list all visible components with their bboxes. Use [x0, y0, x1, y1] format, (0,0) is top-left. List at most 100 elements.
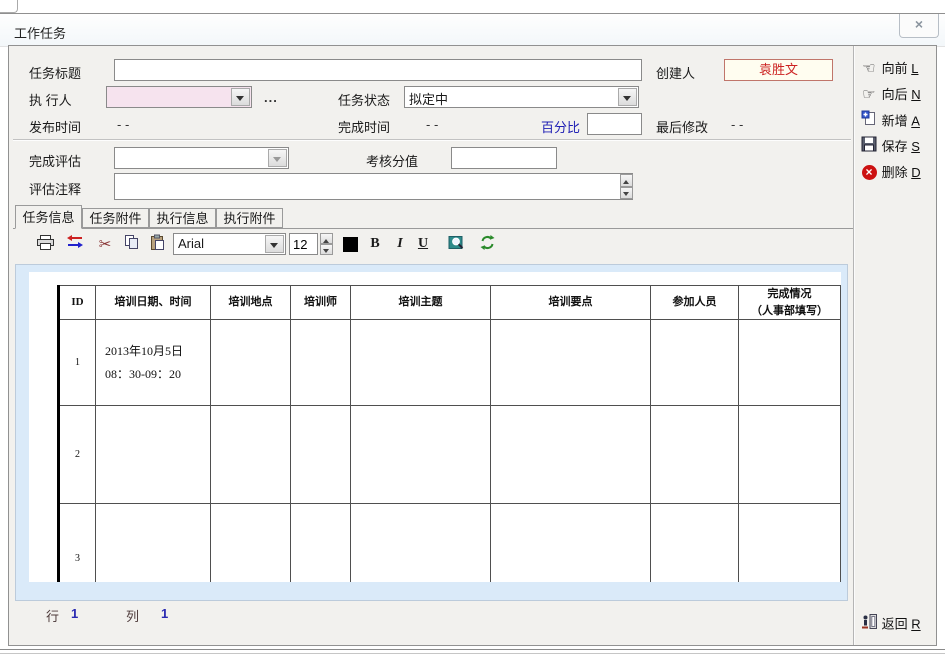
table-cell[interactable] [351, 406, 491, 504]
tab-1[interactable]: 任务附件 [82, 208, 149, 228]
table-cell[interactable] [491, 406, 651, 504]
size-up-icon[interactable] [320, 233, 333, 244]
font-size-spinner[interactable] [320, 233, 333, 255]
sidebar-button-label: 向前 L [878, 61, 918, 76]
table-cell[interactable]: 2013年10月5日08：30-09：20 [96, 320, 211, 406]
table-header-5: 培训要点 [491, 286, 651, 320]
dialog-client-area: 任务标题 创建人 袁胜文 执 行人 ... 任务状态 拟定中 发布时间 - - … [8, 45, 937, 646]
hand-right-icon: ☞ [860, 85, 878, 103]
table-cell[interactable] [291, 406, 351, 504]
table-cell[interactable] [739, 406, 841, 504]
row-id-cell[interactable]: 1 [59, 320, 96, 406]
table-cell[interactable] [651, 406, 739, 504]
refresh-icon[interactable] [475, 234, 499, 256]
font-color-button[interactable] [338, 234, 362, 256]
action-sidebar: ☜ 向前 L☞ 向后 N 新增 A 保存 S× 删除 D 返回 R [855, 46, 935, 645]
row-id-cell[interactable]: 2 [59, 406, 96, 504]
col-label: 列 [126, 606, 139, 625]
eval-dropdown-arrow-icon [268, 149, 287, 167]
creator-label: 创建人 [656, 63, 695, 82]
form-divider [13, 139, 851, 141]
executor-combobox[interactable] [106, 86, 252, 108]
row-id-cell[interactable]: 3 [59, 504, 96, 583]
font-size-input[interactable] [289, 233, 318, 255]
paste-icon[interactable] [145, 234, 169, 256]
table-header-4: 培训主题 [351, 286, 491, 320]
sidebar-button-label: 保存 S [878, 139, 920, 154]
window-corner-fragment [0, 0, 18, 13]
preview-icon[interactable] [445, 234, 469, 256]
table-cell[interactable] [96, 406, 211, 504]
copy-icon[interactable] [119, 234, 143, 256]
font-name-combobox[interactable]: Arial [173, 233, 286, 255]
tab-2[interactable]: 执行信息 [149, 208, 216, 228]
close-button[interactable]: × [899, 14, 939, 38]
table-cell[interactable] [351, 504, 491, 583]
swap-arrows-icon[interactable] [63, 234, 87, 256]
sidebar-button-return[interactable]: 返回 R [860, 613, 934, 637]
table-cell[interactable] [96, 504, 211, 583]
score-label: 考核分值 [366, 151, 418, 170]
eval-label: 完成评估 [29, 151, 81, 170]
task-status-combobox[interactable]: 拟定中 [404, 86, 639, 108]
table-row: 3 [59, 504, 841, 583]
note-input[interactable] [114, 173, 633, 200]
executor-label: 执 行人 [29, 90, 72, 109]
sidebar-button-label: 返回 R [878, 617, 921, 632]
complete-time-label: 完成时间 [338, 117, 390, 136]
sidebar-button-new[interactable]: 新增 A [860, 110, 934, 134]
task-title-label: 任务标题 [29, 63, 81, 82]
last-modified-label: 最后修改 [656, 117, 708, 136]
grid-status-bar: 行 1 列 1 [9, 606, 849, 636]
tab-0[interactable]: 任务信息 [15, 205, 82, 229]
tab-3[interactable]: 执行附件 [216, 208, 283, 228]
table-cell[interactable] [351, 320, 491, 406]
creator-name: 袁胜文 [759, 62, 798, 77]
publish-time-label: 发布时间 [29, 117, 81, 136]
eval-combobox[interactable] [114, 147, 289, 169]
italic-button[interactable]: I [390, 234, 410, 254]
table-cell[interactable] [291, 504, 351, 583]
percent-label: 百分比 [541, 117, 580, 136]
table-cell[interactable] [651, 504, 739, 583]
table-row: 12013年10月5日08：30-09：20 [59, 320, 841, 406]
table-cell[interactable] [211, 320, 291, 406]
table-header-6: 参加人员 [651, 286, 739, 320]
table-cell[interactable] [739, 320, 841, 406]
scroll-up-icon[interactable] [620, 174, 633, 187]
cut-icon[interactable]: ✂ [93, 234, 117, 256]
table-cell[interactable] [491, 504, 651, 583]
print-icon[interactable] [33, 234, 57, 256]
sidebar-button-forward[interactable]: ☜ 向前 L [860, 58, 934, 82]
percent-input[interactable] [587, 113, 642, 135]
executor-more-button[interactable]: ... [264, 90, 278, 105]
table-cell[interactable] [491, 320, 651, 406]
task-status-dropdown-arrow-icon[interactable] [618, 88, 637, 106]
font-name-value: Arial [178, 236, 265, 251]
publish-time-value: - - [117, 117, 129, 132]
size-down-icon[interactable] [320, 244, 333, 255]
score-input[interactable] [451, 147, 557, 169]
window-bottom-edge [0, 649, 945, 654]
executor-dropdown-arrow-icon[interactable] [231, 88, 250, 106]
task-title-input[interactable] [114, 59, 642, 81]
sidebar-button-backward[interactable]: ☞ 向后 N [860, 84, 934, 108]
underline-button[interactable]: U [413, 234, 433, 254]
table-cell[interactable] [211, 406, 291, 504]
save-icon [860, 136, 878, 155]
table-cell[interactable] [291, 320, 351, 406]
table-cell[interactable] [211, 504, 291, 583]
work-task-window: 工作任务 × 任务标题 创建人 袁胜文 执 行人 ... 任务状态 拟定中 发布… [0, 0, 945, 661]
delete-icon: × [860, 164, 878, 180]
sidebar-button-save[interactable]: 保存 S [860, 136, 934, 160]
hand-left-icon: ☜ [860, 59, 878, 77]
report-sheet[interactable]: ID培训日期、时间培训地点培训师培训主题培训要点参加人员完成情况（人事部填写）1… [29, 272, 841, 582]
font-name-dropdown-arrow-icon[interactable] [265, 235, 284, 253]
sidebar-button-delete[interactable]: × 删除 D [860, 162, 934, 186]
table-cell[interactable] [739, 504, 841, 583]
task-status-label: 任务状态 [338, 90, 390, 109]
table-cell[interactable] [651, 320, 739, 406]
note-scroll-spinner[interactable] [620, 174, 633, 199]
bold-button[interactable]: B [365, 234, 385, 254]
scroll-down-icon[interactable] [620, 187, 633, 200]
